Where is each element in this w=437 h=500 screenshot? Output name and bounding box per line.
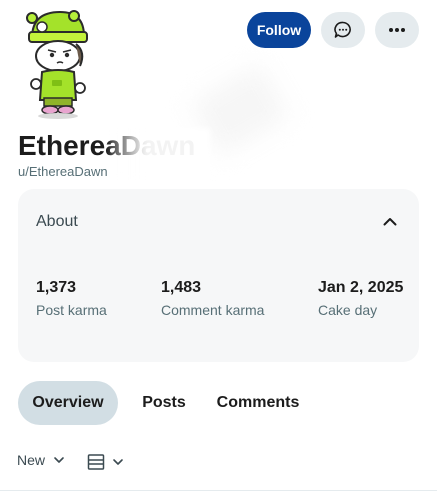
stat-label: Comment karma (161, 302, 265, 318)
more-horizontal-icon (389, 28, 405, 32)
chevron-up-icon[interactable] (381, 213, 399, 231)
stat-cake-day: Jan 2, 2025 Cake day (318, 279, 403, 318)
stat-post-karma: 1,373 Post karma (36, 279, 107, 318)
card-view-icon (87, 454, 105, 470)
avatar[interactable] (22, 8, 92, 120)
divider (0, 490, 437, 491)
name-blur-overlay (110, 128, 210, 180)
sort-dropdown[interactable]: New (17, 452, 65, 468)
profile-actions: Follow (247, 12, 419, 48)
tab-posts[interactable]: Posts (128, 381, 200, 425)
chevron-down-icon (113, 459, 123, 465)
stat-label: Cake day (318, 302, 378, 318)
stat-value: 1,373 (36, 279, 77, 296)
chat-bubble-icon (334, 21, 351, 38)
tab-comments[interactable]: Comments (208, 381, 308, 425)
view-mode-dropdown[interactable] (87, 453, 124, 471)
more-options-button[interactable] (375, 12, 419, 48)
chat-button[interactable] (321, 12, 365, 48)
stat-value: 1,483 (161, 279, 202, 296)
stat-label: Post karma (36, 302, 107, 318)
profile-tabs: Overview Posts Comments (18, 381, 308, 425)
about-title: About (36, 213, 78, 230)
stat-comment-karma: 1,483 Comment karma (161, 279, 264, 318)
tab-overview[interactable]: Overview (18, 381, 118, 425)
follow-button[interactable]: Follow (247, 12, 311, 48)
stat-value: Jan 2, 2025 (318, 279, 404, 296)
chevron-down-icon (54, 457, 64, 463)
about-card: About 1,373 Post karma 1,483 Comment kar… (18, 189, 419, 362)
sort-label: New (17, 452, 46, 468)
username-handle: u/EthereaDawn (18, 164, 108, 179)
